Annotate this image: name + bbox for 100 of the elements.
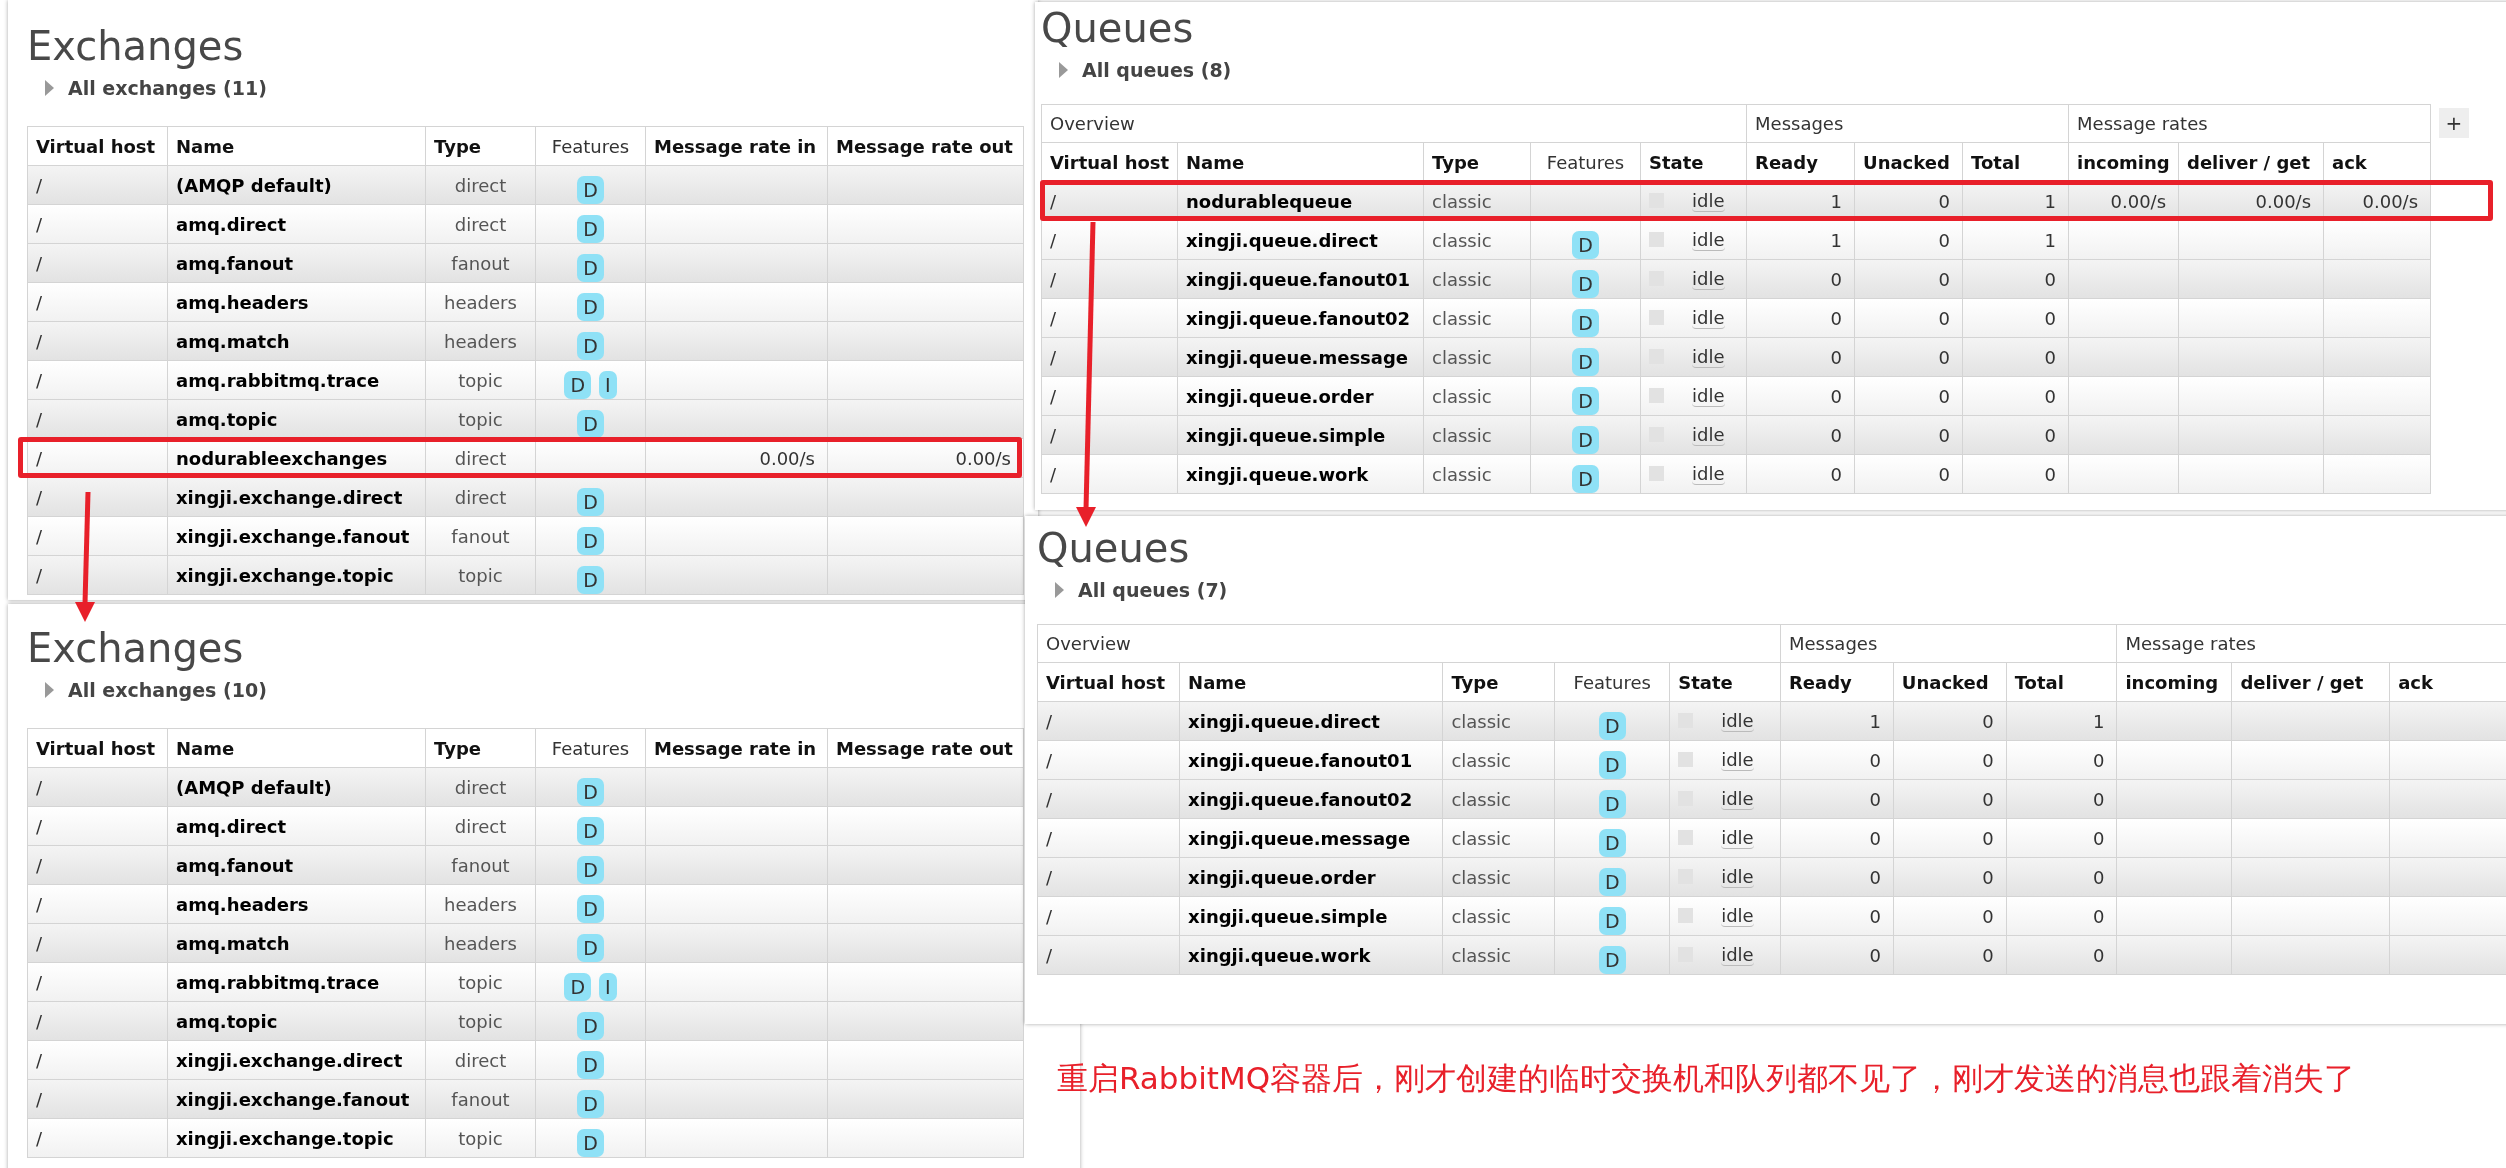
column-header[interactable]: Message rate in [645, 728, 828, 768]
feature-badge: D [1572, 426, 1599, 454]
table-cell: 0 [1830, 385, 1843, 409]
column-header[interactable]: ack [2389, 662, 2506, 702]
table-cell: 0 [1938, 346, 1951, 370]
table-cell: 0 [1938, 190, 1951, 214]
column-header[interactable]: State [1669, 662, 1781, 702]
column-header[interactable]: Virtual host [1041, 142, 1178, 182]
column-header[interactable]: Type [425, 126, 536, 166]
table-cell: 0.00/s [759, 447, 815, 471]
feature-badge: D [577, 895, 604, 923]
table-cell: fanout [451, 854, 510, 878]
table-cell: classic [1432, 190, 1492, 214]
feature-badge: I [599, 973, 617, 1001]
table-cell: / [36, 369, 43, 393]
column-header[interactable]: Message rate out [827, 126, 1024, 166]
column-header[interactable]: Type [425, 728, 536, 768]
add-column-button[interactable]: + [2439, 108, 2469, 138]
table-cell: / [36, 893, 43, 917]
table-cell: 0 [1938, 385, 1951, 409]
table-cell: / [1050, 424, 1057, 448]
feature-badge: D [1572, 270, 1599, 298]
column-header[interactable]: Name [1179, 662, 1443, 702]
feature-badge: D [577, 332, 604, 360]
table-cell: direct [454, 213, 507, 237]
table-cell: / [36, 1049, 43, 1073]
table-cell: / [36, 815, 43, 839]
table-cell: 0 [1830, 463, 1843, 487]
column-header[interactable]: Message rate in [645, 126, 828, 166]
table-cell: / [1050, 268, 1057, 292]
table-cell: 0 [1830, 346, 1843, 370]
column-group-header: Overview [1041, 104, 1747, 143]
feature-badge: D [1572, 348, 1599, 376]
table-cell: 0 [2093, 788, 2105, 812]
table-cell: / [36, 854, 43, 878]
table-cell: / [1046, 827, 1053, 851]
feature-badge: D [577, 934, 604, 962]
table-cell: / [36, 174, 43, 198]
table-cell: / [1046, 749, 1053, 773]
table-cell: 0 [1869, 788, 1881, 812]
feature-badge: D [1598, 946, 1626, 974]
table-cell: 0 [2044, 424, 2057, 448]
table-cell: classic [1451, 710, 1512, 734]
table-cell: classic [1451, 905, 1512, 929]
column-header[interactable]: Features [535, 728, 646, 768]
column-group-header: Message rates [2116, 624, 2506, 663]
table-cell: topic [458, 564, 503, 588]
table-cell: classic [1451, 749, 1512, 773]
section-toggle[interactable]: All exchanges (11) [45, 74, 267, 102]
column-header[interactable]: Unacked [1893, 662, 2007, 702]
feature-badge: D [577, 488, 604, 516]
column-header[interactable]: incoming [2116, 662, 2232, 702]
page-title: Exchanges [27, 22, 245, 70]
table-cell: 0 [2093, 905, 2105, 929]
column-group-header: Messages [1746, 104, 2069, 143]
feature-badge: D [577, 1129, 604, 1157]
column-header[interactable]: Name [167, 126, 426, 166]
table-cell: 1 [1830, 190, 1843, 214]
table-cell: classic [1451, 827, 1512, 851]
column-header[interactable]: Virtual host [27, 126, 168, 166]
feature-badge: D [1598, 712, 1626, 740]
table-cell: headers [444, 291, 517, 315]
table-cell: 0 [1938, 268, 1951, 292]
column-header[interactable]: Ready [1780, 662, 1894, 702]
column-header[interactable]: Virtual host [1037, 662, 1180, 702]
feature-badge: I [599, 371, 617, 399]
column-header[interactable]: Features [1554, 662, 1670, 702]
column-header[interactable]: Message rate out [827, 728, 1024, 768]
table-cell: headers [444, 893, 517, 917]
table-cell: classic [1451, 788, 1512, 812]
column-header[interactable]: Total [2006, 662, 2117, 702]
feature-badge: D [577, 778, 604, 806]
table-cell: / [36, 776, 43, 800]
table-cell: / [1050, 346, 1057, 370]
table-cell: 0 [2044, 463, 2057, 487]
state-label: idle [1721, 905, 1754, 927]
table-cell: 0 [1830, 268, 1843, 292]
column-header[interactable]: Virtual host [27, 728, 168, 768]
table-cell: 0 [1869, 944, 1881, 968]
table-cell: / [1046, 788, 1053, 812]
table-cell: 0 [1869, 866, 1881, 890]
section-toggle[interactable]: All exchanges (10) [45, 676, 267, 704]
column-group-header: Messages [1780, 624, 2117, 663]
state-label: idle [1721, 944, 1754, 966]
table-cell: 0.00/s [955, 447, 1011, 471]
column-header[interactable]: deliver / get [2231, 662, 2390, 702]
column-header[interactable]: Name [167, 728, 426, 768]
section-toggle[interactable]: All queues (8) [1059, 56, 1232, 84]
table-cell: direct [454, 1049, 507, 1073]
table-cell: classic [1432, 307, 1492, 331]
section-toggle[interactable]: All queues (7) [1055, 576, 1228, 604]
feature-badge: D [1598, 907, 1626, 935]
state-label: idle [1692, 346, 1725, 368]
column-header[interactable]: Features [535, 126, 646, 166]
table-cell: topic [458, 408, 503, 432]
table-cell: 0 [1982, 749, 1994, 773]
table-cell: direct [454, 815, 507, 839]
column-header[interactable]: Type [1442, 662, 1555, 702]
table-cell: 1 [2044, 229, 2057, 253]
state-label: idle [1692, 424, 1725, 446]
